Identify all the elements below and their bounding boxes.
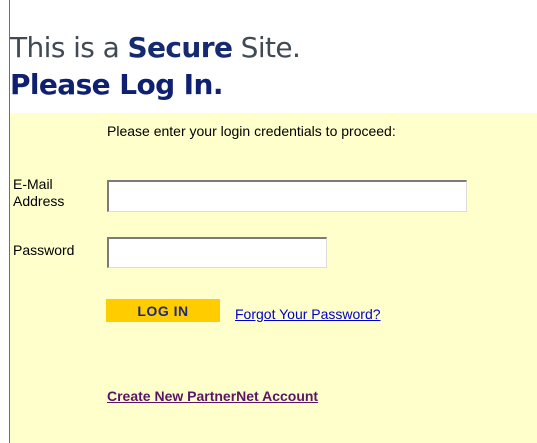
login-button[interactable]: LOG IN: [106, 299, 220, 322]
login-page: This is a Secure Site. Please Log In. Pl…: [0, 0, 537, 443]
heading-line-2: Please Log In.: [10, 68, 223, 101]
password-field[interactable]: [107, 237, 327, 268]
heading-prefix: This is a: [10, 31, 128, 64]
password-label: Password: [13, 242, 75, 258]
login-panel: Please enter your login credentials to p…: [10, 113, 537, 443]
login-instructions: Please enter your login credentials to p…: [107, 123, 396, 139]
heading-suffix: Site.: [232, 31, 301, 64]
create-account-link[interactable]: Create New PartnerNet Account: [107, 388, 318, 404]
heading-line-1: This is a Secure Site.: [10, 29, 301, 66]
heading-secure-word: Secure: [127, 31, 233, 64]
email-label: E-Mail Address: [13, 176, 65, 209]
page-heading: This is a Secure Site. Please Log In.: [10, 29, 301, 103]
email-field[interactable]: [107, 180, 467, 212]
forgot-password-link[interactable]: Forgot Your Password?: [235, 306, 381, 322]
